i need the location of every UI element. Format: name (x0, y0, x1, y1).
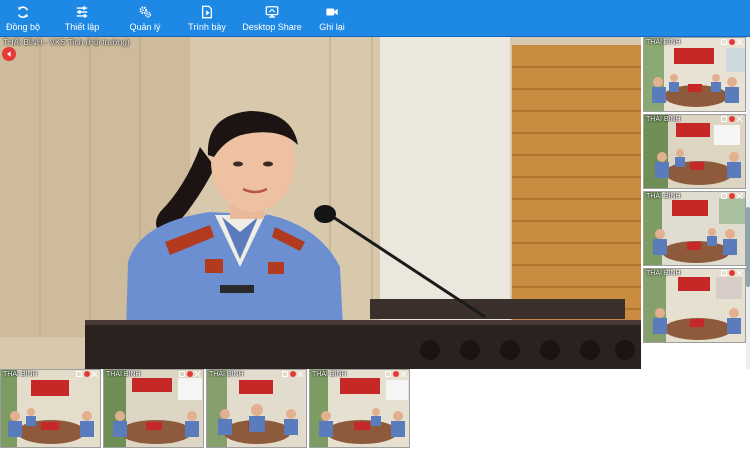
thumbnail-controls (721, 193, 743, 199)
settings-button-label: Thiết lập (64, 22, 100, 32)
participant-video-scene (644, 115, 745, 188)
bottom-thumbnail-row: THÁI BÌNH THÁI BÌNH THÁI BÌNH THÁI BÌNH (0, 369, 410, 448)
camera-icon[interactable] (282, 371, 288, 377)
close-icon[interactable] (298, 371, 304, 377)
video-stage: THÁI BÌNH - VKS Tỉnh (Hội trường) THÁI B… (0, 37, 750, 450)
record-button-label: Ghi lại (319, 22, 345, 32)
camera-icon[interactable] (76, 371, 82, 377)
participant-thumbnail[interactable]: THÁI BÌNH (643, 268, 746, 343)
thumbnail-controls (179, 371, 201, 377)
participant-video-scene (207, 370, 306, 447)
thumbnail-label: THÁI BÌNH (3, 371, 38, 378)
monitor-icon (264, 5, 280, 19)
mic-icon[interactable] (393, 371, 399, 377)
participant-thumbnail[interactable]: THÁI BÌNH (206, 369, 307, 448)
close-icon[interactable] (737, 116, 743, 122)
thumbnail-label: THÁI BÌNH (646, 116, 681, 123)
record-button[interactable]: Ghi lại (312, 0, 352, 37)
present-button-label: Trình bày (188, 22, 226, 32)
mic-icon[interactable] (729, 39, 735, 45)
participant-video-scene (644, 269, 745, 342)
participant-video-scene (644, 192, 745, 265)
thumbnail-label: THÁI BÌNH (312, 371, 347, 378)
desktop-share-button-label: Desktop Share (242, 22, 302, 32)
manage-button[interactable]: Quản lý (120, 0, 170, 37)
close-icon[interactable] (401, 371, 407, 377)
sync-button-label: Đồng bộ (5, 22, 41, 32)
camera-icon[interactable] (721, 193, 727, 199)
thumbnail-label: THÁI BÌNH (646, 270, 681, 277)
mic-icon[interactable] (729, 116, 735, 122)
sliders-icon (74, 5, 90, 19)
thumbnail-label: THÁI BÌNH (106, 371, 141, 378)
mic-icon[interactable] (729, 193, 735, 199)
thumbnail-controls (721, 270, 743, 276)
settings-button[interactable]: Thiết lập (52, 0, 112, 37)
thumbnail-controls (76, 371, 98, 377)
participant-video-scene (310, 370, 409, 447)
thumbnail-controls (721, 39, 743, 45)
close-icon[interactable] (195, 371, 201, 377)
main-video-feed[interactable]: THÁI BÌNH - VKS Tỉnh (Hội trường) (0, 37, 641, 369)
main-video-scene (0, 37, 641, 369)
camera-icon[interactable] (721, 270, 727, 276)
close-icon[interactable] (737, 270, 743, 276)
video-camera-icon (324, 5, 340, 19)
arrow-left-icon (7, 51, 11, 57)
participant-video-scene (1, 370, 100, 447)
main-video-caption: THÁI BÌNH - VKS Tỉnh (Hội trường) (3, 38, 130, 47)
back-button[interactable] (2, 47, 16, 61)
present-button[interactable]: Trình bày (180, 0, 234, 37)
camera-icon[interactable] (385, 371, 391, 377)
gears-icon (137, 5, 153, 19)
participant-thumbnail[interactable]: THÁI BÌNH (0, 369, 101, 448)
close-icon[interactable] (737, 193, 743, 199)
camera-icon[interactable] (721, 39, 727, 45)
participant-video-scene (644, 38, 745, 111)
participant-thumbnail[interactable]: THÁI BÌNH (643, 114, 746, 189)
mic-icon[interactable] (729, 270, 735, 276)
thumbnail-controls (282, 371, 304, 377)
thumbnail-controls (385, 371, 407, 377)
close-icon[interactable] (737, 39, 743, 45)
participant-video-scene (104, 370, 203, 447)
thumbnail-controls (721, 116, 743, 122)
thumbnail-scrollbar[interactable] (746, 37, 750, 369)
camera-icon[interactable] (179, 371, 185, 377)
thumbnail-label: THÁI BÌNH (209, 371, 244, 378)
video-conference-app: Đồng bộ Thiết lập Quản lý Trình bày Desk… (0, 0, 750, 450)
thumbnail-label: THÁI BÌNH (646, 193, 681, 200)
mic-icon[interactable] (290, 371, 296, 377)
camera-icon[interactable] (721, 116, 727, 122)
mic-icon[interactable] (187, 371, 193, 377)
right-thumbnail-column: THÁI BÌNH THÁI BÌNH THÁI BÌNH THÁI BÌNH (643, 37, 747, 343)
thumbnail-label: THÁI BÌNH (646, 39, 681, 46)
present-icon (199, 5, 215, 19)
manage-button-label: Quản lý (129, 22, 161, 32)
participant-thumbnail[interactable]: THÁI BÌNH (643, 37, 746, 112)
participant-thumbnail[interactable]: THÁI BÌNH (643, 191, 746, 266)
toolbar: Đồng bộ Thiết lập Quản lý Trình bày Desk… (0, 0, 750, 37)
close-icon[interactable] (92, 371, 98, 377)
participant-thumbnail[interactable]: THÁI BÌNH (103, 369, 204, 448)
mic-icon[interactable] (84, 371, 90, 377)
participant-thumbnail[interactable]: THÁI BÌNH (309, 369, 410, 448)
desktop-share-button[interactable]: Desktop Share (240, 0, 304, 37)
scrollbar-thumb[interactable] (746, 207, 750, 287)
sync-icon (15, 5, 31, 19)
sync-button[interactable]: Đồng bộ (0, 0, 46, 37)
